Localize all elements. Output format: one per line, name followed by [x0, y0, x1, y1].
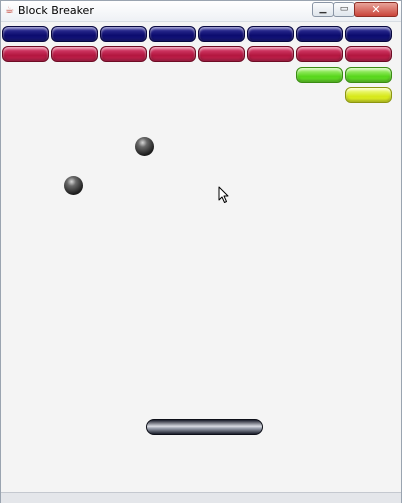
brick-red [51, 46, 98, 62]
minimize-icon: ▁ [319, 4, 327, 14]
brick-blue [2, 26, 49, 42]
maximize-icon: ▭ [339, 4, 349, 14]
title-bar[interactable]: ☕ Block Breaker ▁ ▭ ✕ [1, 1, 401, 22]
ball [64, 176, 83, 195]
brick-red [247, 46, 294, 62]
brick-red [296, 46, 343, 62]
brick-red [198, 46, 245, 62]
brick-blue [247, 26, 294, 42]
brick-blue [149, 26, 196, 42]
brick-blue [345, 26, 392, 42]
close-icon: ✕ [371, 3, 381, 16]
game-canvas[interactable] [1, 22, 401, 492]
window-bottom-border [1, 492, 401, 503]
brick-blue [51, 26, 98, 42]
brick-yellow [345, 87, 392, 103]
maximize-button[interactable]: ▭ [333, 2, 355, 17]
minimize-button[interactable]: ▁ [312, 2, 334, 17]
window-title: Block Breaker [18, 4, 94, 17]
brick-blue [100, 26, 147, 42]
brick-red [100, 46, 147, 62]
brick-green [345, 67, 392, 83]
brick-red [345, 46, 392, 62]
brick-red [149, 46, 196, 62]
brick-blue [198, 26, 245, 42]
brick-green [296, 67, 343, 83]
close-button[interactable]: ✕ [354, 2, 398, 17]
brick-blue [296, 26, 343, 42]
ball [135, 137, 154, 156]
paddle[interactable] [146, 419, 263, 435]
brick-red [2, 46, 49, 62]
game-window: ☕ Block Breaker ▁ ▭ ✕ [0, 0, 402, 503]
mouse-pointer-icon [218, 186, 229, 203]
java-cup-icon: ☕ [5, 5, 14, 16]
